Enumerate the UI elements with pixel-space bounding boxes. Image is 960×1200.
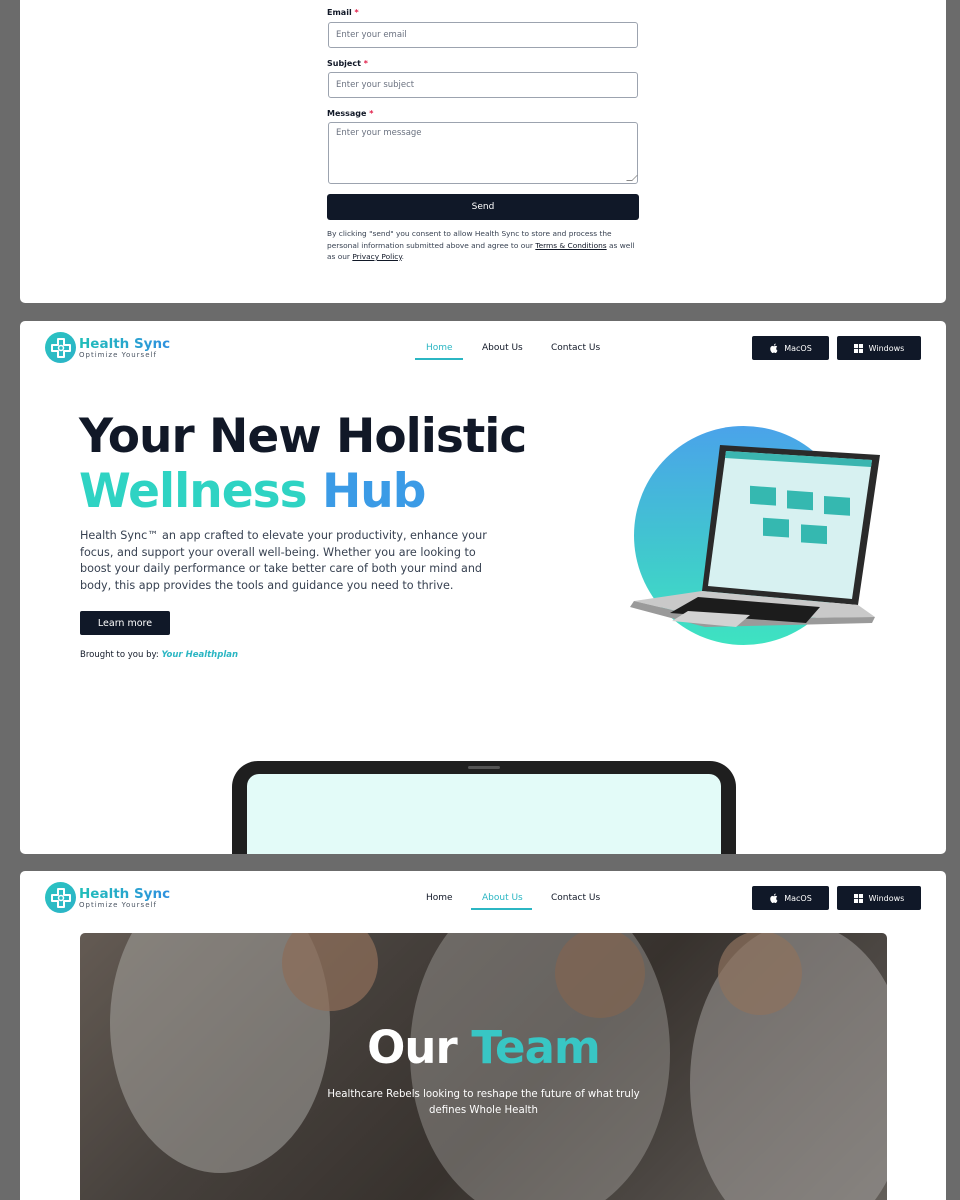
macos-download-button[interactable]: MacOS: [752, 336, 829, 360]
privacy-link[interactable]: Privacy Policy: [352, 252, 401, 261]
nav-contact-us[interactable]: Contact Us: [551, 893, 600, 903]
consent-text: By clicking "send" you consent to allow …: [327, 229, 635, 261]
medical-cross-logo-icon: [45, 332, 76, 363]
brought-by: Brought to you by: Your Healthplan: [80, 650, 239, 660]
windows-download-button[interactable]: Windows: [837, 886, 921, 910]
contact-form-card: Email * Enter your email Subject * Enter…: [20, 0, 946, 303]
nav-home[interactable]: Home: [426, 893, 453, 903]
message-label: Message *: [327, 109, 374, 118]
nav-contact-us[interactable]: Contact Us: [551, 343, 600, 353]
nav-home[interactable]: Home: [426, 343, 453, 353]
team-subtitle: Healthcare Rebels looking to reshape the…: [327, 1089, 640, 1116]
logo-tagline: Optimize Yourself: [79, 900, 157, 909]
nav-about-us[interactable]: About Us: [482, 343, 523, 353]
hero-description: Health Sync™ an app crafted to elevate y…: [80, 529, 487, 592]
logo-name: Health Sync: [79, 885, 171, 902]
resize-handle-icon[interactable]: [626, 175, 638, 181]
medical-cross-logo-icon: [45, 882, 76, 913]
subject-field[interactable]: Enter your subject: [328, 72, 638, 98]
logo[interactable]: Health Sync Optimize Yourself: [45, 882, 170, 913]
team-title: Our Team: [367, 1021, 601, 1074]
hero-title-wellness: Wellness: [79, 464, 308, 519]
email-field[interactable]: Enter your email: [328, 22, 638, 48]
hero-title-line1: Your New Holistic: [79, 409, 527, 464]
healthplan-link[interactable]: Your Healthplan: [161, 650, 238, 660]
message-field[interactable]: Enter your message: [328, 122, 638, 184]
email-label: Email *: [327, 8, 359, 17]
team-hero-banner: Our Team Healthcare Rebels looking to re…: [80, 933, 887, 1200]
send-button[interactable]: Send: [327, 194, 639, 220]
hero-title: Your New Holistic Wellness Hub: [79, 409, 527, 519]
macos-download-button[interactable]: MacOS: [752, 886, 829, 910]
home-page-card: Health Sync Optimize Yourself Home About…: [20, 321, 946, 854]
hero-title-hub: Hub: [321, 464, 426, 519]
device-notch: [468, 766, 500, 769]
macos-label: MacOS: [784, 343, 812, 353]
windows-icon: [853, 893, 863, 903]
apple-icon: [770, 343, 778, 353]
windows-label: Windows: [868, 893, 905, 903]
macos-label: MacOS: [784, 893, 812, 903]
laptop-illustration: [630, 445, 880, 627]
nav-about-us[interactable]: About Us: [482, 893, 523, 903]
windows-label: Windows: [868, 343, 905, 353]
windows-download-button[interactable]: Windows: [837, 336, 921, 360]
active-tab-indicator: [471, 908, 532, 910]
apple-icon: [770, 893, 778, 903]
about-page-card: Health Sync Optimize Yourself Home About…: [20, 871, 946, 1200]
logo[interactable]: Health Sync Optimize Yourself: [45, 332, 170, 363]
logo-name: Health Sync: [79, 335, 171, 352]
subject-label: Subject *: [327, 59, 368, 68]
learn-more-button[interactable]: Learn more: [80, 611, 170, 635]
device-screen: [247, 774, 721, 854]
terms-link[interactable]: Terms & Conditions: [535, 241, 606, 250]
active-tab-indicator: [415, 358, 463, 360]
device-preview: [232, 761, 736, 854]
windows-icon: [853, 343, 863, 353]
logo-tagline: Optimize Yourself: [79, 350, 157, 359]
